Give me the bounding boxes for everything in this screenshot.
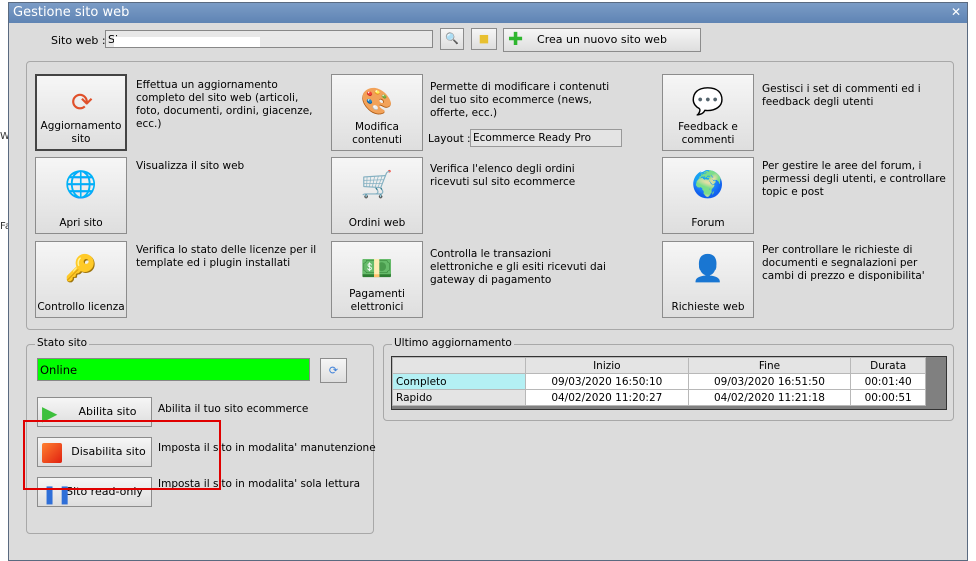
- cell: 09/03/2020 16:51:50: [687, 373, 852, 390]
- cell: 00:01:40: [850, 373, 926, 390]
- modifica-desc: Permette di modificare i contenuti del t…: [430, 81, 610, 119]
- cell: 00:00:51: [850, 389, 926, 406]
- refresh-status-button[interactable]: ⟳: [320, 358, 347, 383]
- money-icon: 💵: [360, 254, 394, 284]
- status-indicator: Online: [37, 358, 310, 381]
- user-icon: 👤: [691, 254, 725, 284]
- table-row[interactable]: Rapido 04/02/2020 11:20:27 04/02/2020 11…: [392, 389, 926, 406]
- window-title: Gestione sito web: [9, 3, 967, 23]
- new-site-button[interactable]: ✚ Crea un nuovo sito web: [503, 28, 701, 52]
- plus-icon: ✚: [508, 29, 524, 50]
- site-input[interactable]: Si: [105, 30, 433, 48]
- updates-table-container: Inizio Fine Durata Completo 09/03/2020 1…: [391, 356, 947, 410]
- ordini-web-button[interactable]: 🛒 Ordini web: [331, 157, 423, 234]
- redaction: [114, 37, 260, 47]
- header-cell: Fine: [687, 357, 852, 374]
- cell: 04/02/2020 11:21:18: [687, 389, 852, 406]
- richieste-desc: Per controllare le richieste di document…: [762, 244, 925, 282]
- close-icon[interactable]: ✕: [951, 5, 961, 19]
- updates-table: Inizio Fine Durata Completo 09/03/2020 1…: [392, 357, 926, 406]
- window: Gestione sito web ✕ Sito web : Si 🔍 ■ ✚ …: [8, 2, 968, 561]
- shopping-cart-icon: 🛒: [360, 170, 394, 200]
- richieste-web-button[interactable]: 👤 Richieste web: [662, 241, 754, 318]
- forum-button[interactable]: 🌍 Forum: [662, 157, 754, 234]
- ultimo-title: Ultimo aggiornamento: [392, 337, 514, 349]
- table-row[interactable]: Completo 09/03/2020 16:50:10 09/03/2020 …: [392, 373, 926, 390]
- aggiornamento-desc: Effettua un aggiornamento completo del s…: [136, 79, 313, 130]
- cell: 09/03/2020 16:50:10: [525, 373, 689, 390]
- apri-desc: Visualizza il sito web: [136, 160, 245, 172]
- controllo-licenza-button[interactable]: 🔑 Controllo licenza: [35, 241, 127, 318]
- header-cell: Durata: [850, 357, 926, 374]
- abilita-desc: Abilita il tuo sito ecommerce: [158, 403, 309, 415]
- row-label: Completo: [392, 373, 526, 390]
- search-icon: 🔍: [445, 32, 459, 45]
- speech-bubbles-icon: 💬: [691, 87, 725, 117]
- table-header: Inizio Fine Durata: [392, 357, 926, 374]
- refresh-arrows-icon: ⟳: [71, 88, 93, 118]
- modifica-contenuti-button[interactable]: 🎨 Modifica contenuti: [331, 74, 423, 151]
- header-cell: [392, 357, 526, 374]
- apri-sito-button[interactable]: 🌐 Apri sito: [35, 157, 127, 234]
- layout-label: Layout :: [428, 133, 471, 145]
- forum-desc: Per gestire le aree del forum, i permess…: [762, 160, 946, 198]
- refresh-icon: ⟳: [328, 364, 339, 377]
- stato-sito-title: Stato sito: [35, 337, 90, 349]
- abilita-label: Abilita sito: [78, 405, 137, 418]
- key-icon: 🔑: [64, 254, 98, 284]
- palette-icon: 🎨: [360, 87, 394, 117]
- cell: 04/02/2020 11:20:27: [525, 389, 689, 406]
- pagamenti-desc: Controlla le transazioni elettroniche e …: [430, 248, 606, 286]
- layout-field[interactable]: Ecommerce Ready Pro: [470, 129, 622, 147]
- open-folder-button[interactable]: ■: [471, 28, 497, 50]
- header-cell: Inizio: [525, 357, 689, 374]
- feedback-desc: Gestisci i set di commenti ed i feedback…: [762, 83, 921, 108]
- pagamenti-elettronici-button[interactable]: 💵 Pagamenti elettronici: [331, 241, 423, 318]
- new-site-label: Crea un nuovo sito web: [537, 33, 667, 46]
- site-label: Sito web :: [51, 34, 106, 47]
- licenza-desc: Verifica lo stato delle licenze per il t…: [136, 244, 317, 269]
- feedback-commenti-button[interactable]: 💬 Feedback e commenti: [662, 74, 754, 151]
- globe-icon: 🌐: [64, 170, 98, 200]
- search-button[interactable]: 🔍: [440, 28, 464, 50]
- row-label: Rapido: [392, 389, 526, 406]
- globe-icon: 🌍: [691, 170, 725, 200]
- folder-icon: ■: [478, 32, 490, 45]
- highlight-box: [23, 420, 221, 490]
- ordini-desc: Verifica l'elenco degli ordini ricevuti …: [430, 163, 576, 188]
- aggiornamento-sito-button[interactable]: ⟳ Aggiornamento sito: [35, 74, 127, 151]
